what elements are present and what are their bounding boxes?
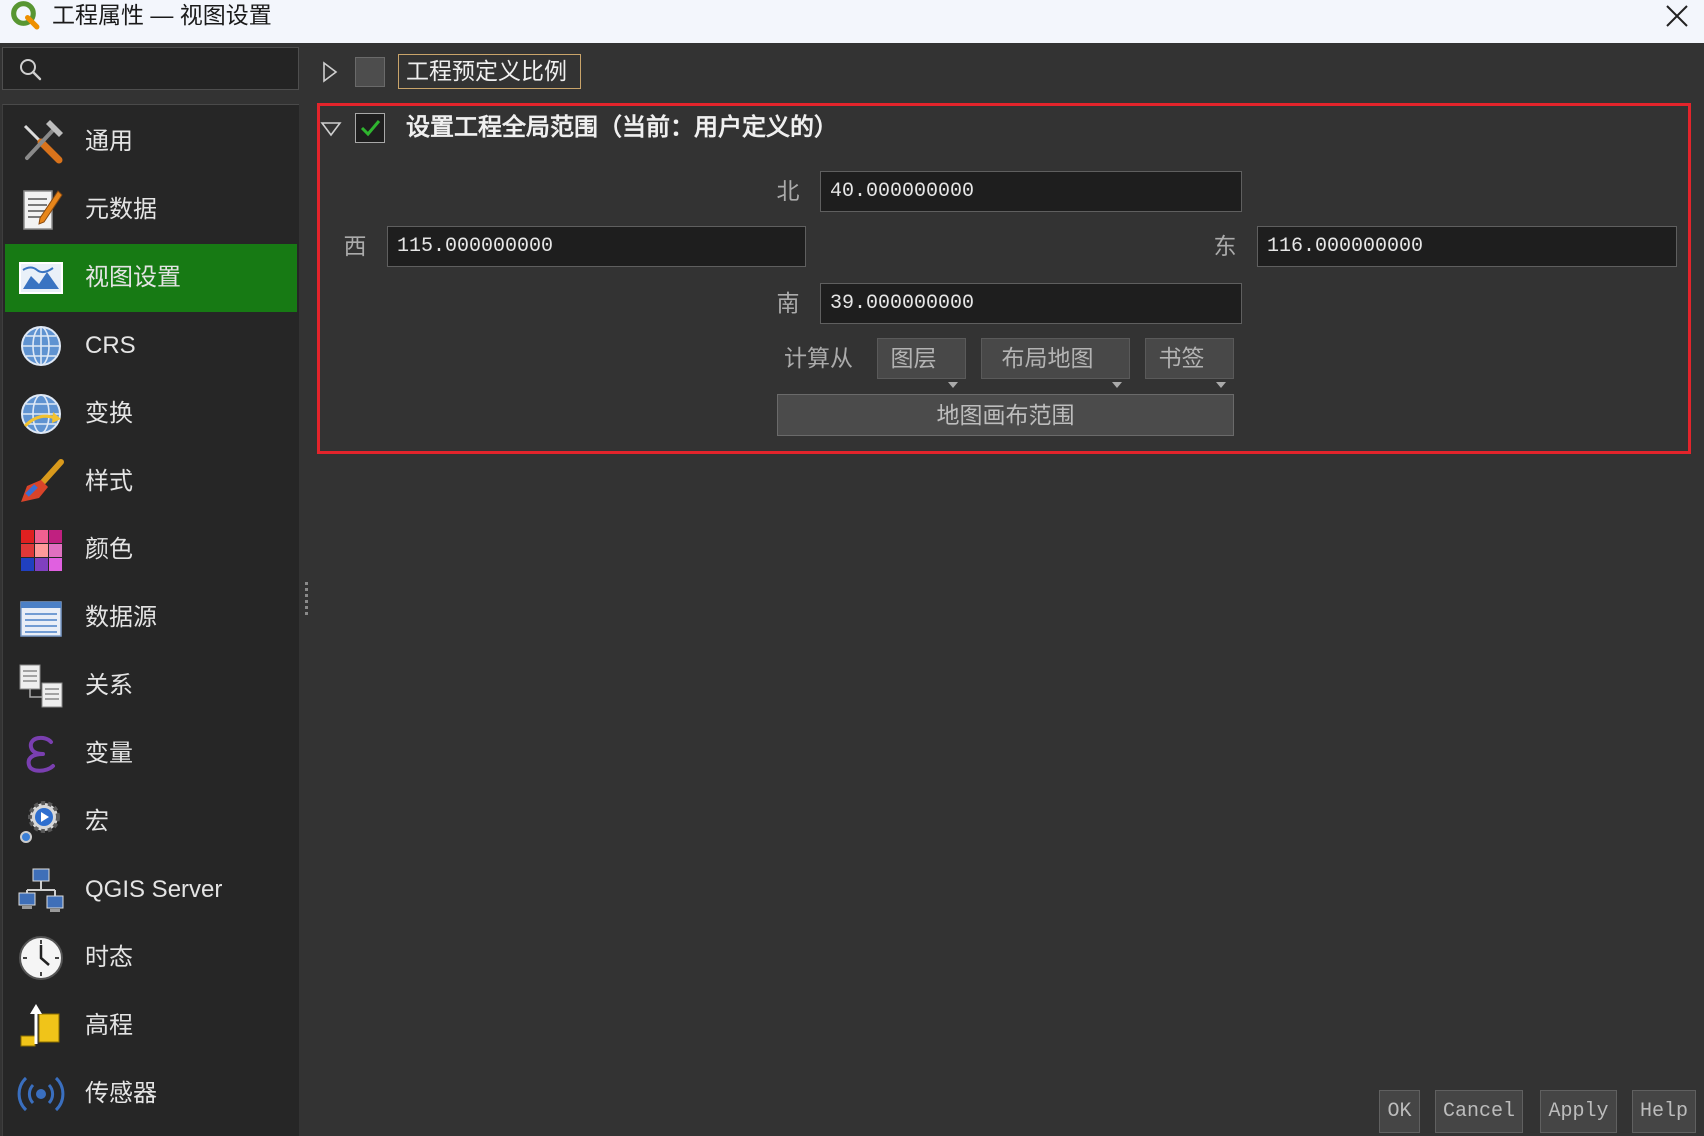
sidebar-item-label: 宏	[85, 808, 109, 835]
east-label: 东	[1213, 233, 1237, 259]
sidebar-item-label: 变换	[85, 400, 133, 427]
sidebar-item-label: 样式	[85, 468, 133, 495]
sidebar-item-label: 颜色	[85, 536, 133, 563]
east-input[interactable]	[1257, 226, 1677, 267]
apply-button[interactable]: Apply	[1540, 1090, 1617, 1133]
scales-group-title[interactable]: 工程预定义比例	[398, 54, 581, 89]
west-input[interactable]	[387, 226, 806, 267]
extent-group-title[interactable]: 设置工程全局范围（当前：用户定义的）	[406, 113, 838, 143]
epsilon-icon	[17, 730, 65, 778]
map-canvas-extent-button[interactable]: 地图画布范围	[777, 394, 1234, 436]
map-view-icon	[17, 254, 65, 302]
sidebar-item-qgis-server[interactable]: QGIS Server	[5, 856, 297, 924]
calc-from-bookmark-button[interactable]: 书签	[1145, 338, 1234, 388]
sidebar-item-label: 数据源	[85, 604, 157, 631]
sidebar-item-label: 时态	[85, 944, 133, 971]
sidebar-item-label: 关系	[85, 672, 133, 699]
sidebar-item-variables[interactable]: 变量	[5, 720, 297, 788]
sidebar-item-colors[interactable]: 颜色	[5, 516, 297, 584]
elevation-icon	[17, 1002, 65, 1050]
calc-from-layout-map-button[interactable]: 布局地图	[981, 338, 1130, 388]
sidebar-item-label: 变量	[85, 740, 133, 767]
macro-gear-icon	[17, 798, 65, 846]
south-input[interactable]	[820, 283, 1242, 324]
document-pencil-icon	[17, 186, 65, 234]
layout-map-button-label: 布局地图	[1001, 345, 1094, 371]
sidebar-item-label: 高程	[85, 1012, 133, 1039]
ok-button[interactable]: OK	[1379, 1090, 1420, 1133]
project-properties-dialog: 工程属性 — 视图设置 通用 元数据 视图设置 CRS 变换 样式 颜色 数据源…	[0, 0, 1704, 1136]
sidebar-item-transformations[interactable]: 变换	[5, 380, 297, 448]
scales-checkbox[interactable]	[355, 57, 385, 87]
sidebar-item-label: QGIS Server	[85, 876, 223, 903]
data-source-icon	[17, 594, 65, 642]
extent-checkbox[interactable]	[355, 113, 385, 143]
layer-button-label: 图层	[890, 345, 937, 371]
search-icon	[18, 57, 42, 81]
color-palette-icon	[17, 526, 65, 574]
sidebar-item-data-sources[interactable]: 数据源	[5, 584, 297, 652]
paintbrush-icon	[17, 458, 65, 506]
collapse-triangle-icon[interactable]	[320, 121, 342, 142]
globe-transform-icon	[17, 390, 65, 438]
sidebar-item-label: 视图设置	[85, 264, 181, 291]
sidebar-item-general[interactable]: 通用	[5, 108, 297, 176]
sidebar-item-label: 通用	[85, 128, 133, 155]
bookmark-button-label: 书签	[1158, 345, 1205, 371]
south-label: 南	[776, 290, 800, 316]
chevron-down-icon	[947, 362, 959, 388]
sidebar-item-relations[interactable]: 关系	[5, 652, 297, 720]
calc-from-layer-button[interactable]: 图层	[877, 338, 966, 388]
cancel-button[interactable]: Cancel	[1435, 1090, 1523, 1133]
chevron-down-icon	[1215, 362, 1227, 388]
globe-icon	[17, 322, 65, 370]
sidebar-item-view-settings[interactable]: 视图设置	[5, 244, 297, 312]
sidebar-item-temporal[interactable]: 时态	[5, 924, 297, 992]
chevron-down-icon	[1111, 362, 1123, 388]
splitter-handle[interactable]	[305, 582, 309, 618]
sidebar: 通用 元数据 视图设置 CRS 变换 样式 颜色 数据源 关系 变量 宏 QGI…	[2, 104, 299, 1136]
sidebar-item-sensors[interactable]: 传感器	[5, 1060, 297, 1128]
north-input[interactable]	[820, 171, 1242, 212]
sidebar-item-metadata[interactable]: 元数据	[5, 176, 297, 244]
close-icon[interactable]	[1664, 3, 1690, 29]
help-button[interactable]: Help	[1632, 1090, 1696, 1133]
window-title: 工程属性 — 视图设置	[52, 2, 272, 28]
north-label: 北	[776, 178, 800, 204]
sidebar-item-label: 元数据	[85, 196, 157, 223]
sidebar-item-macros[interactable]: 宏	[5, 788, 297, 856]
relations-icon	[17, 662, 65, 710]
sidebar-item-elevation[interactable]: 高程	[5, 992, 297, 1060]
expand-triangle-icon[interactable]	[322, 61, 338, 88]
west-label: 西	[343, 233, 367, 259]
server-network-icon	[17, 866, 65, 914]
clock-icon	[17, 934, 65, 982]
sidebar-item-crs[interactable]: CRS	[5, 312, 297, 380]
sensor-icon	[17, 1070, 65, 1118]
qgis-logo-icon	[8, 0, 41, 31]
calculate-from-label: 计算从	[784, 345, 853, 371]
sidebar-item-label: 传感器	[85, 1080, 157, 1107]
sidebar-item-label: CRS	[85, 332, 136, 359]
title-bar: 工程属性 — 视图设置	[0, 0, 1704, 43]
tools-icon	[17, 118, 65, 166]
search-input[interactable]	[2, 47, 299, 90]
sidebar-item-styles[interactable]: 样式	[5, 448, 297, 516]
